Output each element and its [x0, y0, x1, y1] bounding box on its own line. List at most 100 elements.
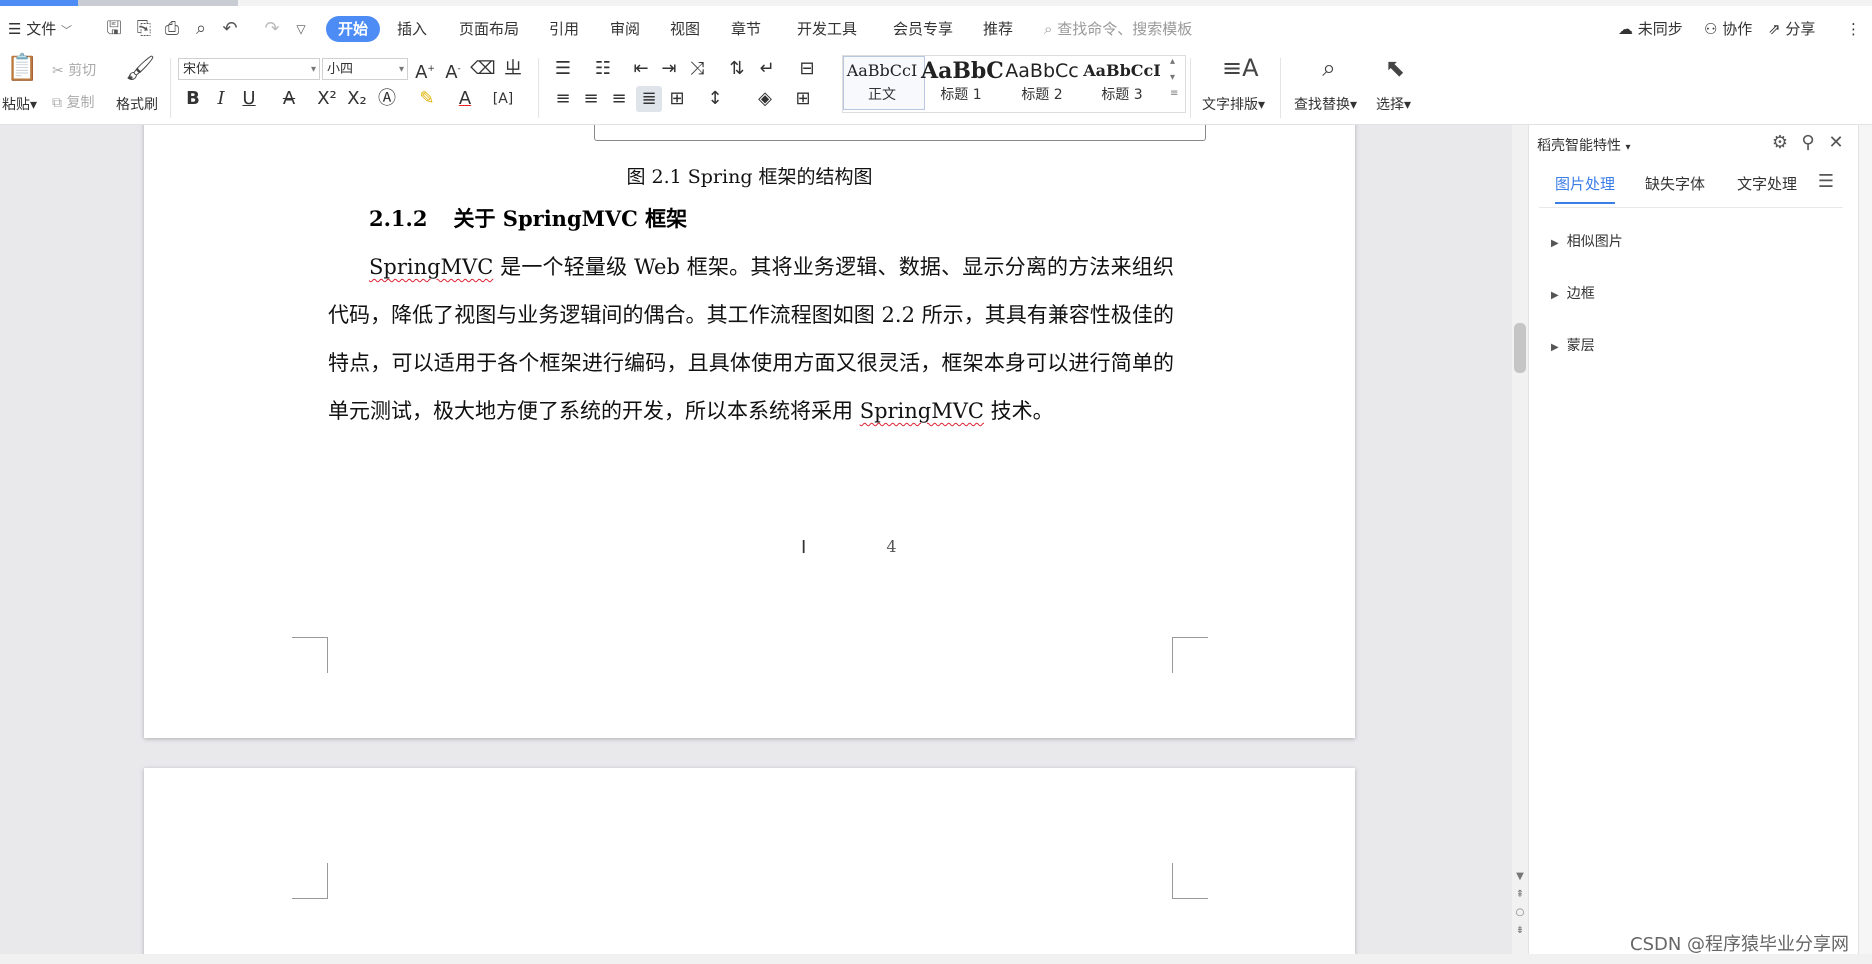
share-button[interactable]: ⇗ 分享 [1768, 16, 1815, 42]
text-layout-button[interactable]: 文字排版▾ [1202, 94, 1265, 114]
chevron-down-icon: ▾ [398, 64, 404, 75]
search-icon: ⌕ [1044, 20, 1053, 38]
font-size-select[interactable]: 小四 ▾ [322, 58, 408, 80]
hamburger-icon: ☰ [8, 20, 22, 38]
panel-tab-text[interactable]: 文字处理 [1737, 173, 1797, 202]
command-search[interactable]: ⌕ 查找命令、搜索模板 [1044, 16, 1192, 42]
panel-tab-divider [1539, 207, 1843, 208]
justify-icon[interactable]: ≣ [636, 86, 662, 112]
prev-page-icon[interactable]: ⇞ [1512, 889, 1528, 900]
panel-tab-image[interactable]: 图片处理 [1555, 173, 1616, 204]
tab-start[interactable]: 开始 [326, 16, 381, 42]
highlight-icon[interactable]: ✎ [414, 86, 440, 112]
scroll-down-icon[interactable]: ▼ [1512, 871, 1528, 882]
align-left-icon[interactable]: ≡ [550, 86, 576, 112]
print-preview-icon[interactable]: ⌕ [189, 17, 213, 41]
tab-review[interactable]: 审阅 [601, 16, 649, 42]
document-page[interactable]: 图 2.1 Spring 框架的结构图 2.1.2 关于 SpringMVC 框架… [144, 125, 1355, 738]
find-replace-button[interactable]: 查找替换▾ [1294, 94, 1357, 114]
strikethrough-icon[interactable]: A [276, 86, 302, 112]
bullet-list-icon[interactable]: ☰ [550, 56, 576, 82]
text-direction-icon[interactable]: ⤨ [684, 56, 710, 82]
paste-button[interactable]: 粘贴▾ [2, 94, 37, 114]
more-icon[interactable]: ⋮ [1846, 16, 1861, 42]
tab-member[interactable]: 会员专享 [884, 16, 962, 42]
clear-format-icon[interactable]: ⌫ [470, 56, 496, 82]
scrollbar-thumb[interactable] [1514, 323, 1526, 373]
text-layout-icon[interactable]: ≡A [1222, 56, 1259, 80]
sync-status[interactable]: ☁ 未同步 [1618, 16, 1683, 42]
shading-icon[interactable]: ◈ [752, 86, 778, 112]
cut-button[interactable]: ✂ 剪切 [52, 60, 96, 80]
tab-insert[interactable]: 插入 [388, 16, 436, 42]
browse-object-icon[interactable]: ○ [1512, 907, 1528, 918]
select-button[interactable]: 选择▾ [1376, 94, 1411, 114]
next-page-icon[interactable]: ⇟ [1512, 925, 1528, 936]
show-marks-icon[interactable]: ↵ [754, 56, 780, 82]
format-painter-button[interactable]: 格式刷 [116, 94, 158, 114]
text-effect-icon[interactable]: Ⓐ [374, 86, 400, 112]
pin-icon[interactable]: ⚲ [1797, 132, 1819, 153]
document-page-next[interactable] [144, 768, 1355, 964]
section-similar-images[interactable]: ▶ 相似图片 [1551, 231, 1623, 251]
tab-stops-icon[interactable]: ⊟ [794, 56, 820, 82]
undo-icon[interactable]: ↶ [218, 17, 242, 41]
section-border[interactable]: ▶ 边框 [1551, 283, 1595, 303]
tab-page-layout[interactable]: 页面布局 [450, 16, 528, 42]
style-heading-2[interactable]: AaBbCc 标题 2 [1002, 56, 1082, 110]
body-paragraph[interactable]: SpringMVC 是一个轻量级 Web 框架。其将业务逻辑、数据、显示分离的方… [328, 243, 1174, 435]
superscript-icon[interactable]: X² [314, 86, 340, 112]
font-name-select[interactable]: 宋体 ▾ [178, 58, 320, 80]
menu-icon[interactable]: ☰ [1815, 171, 1837, 192]
grow-font-icon[interactable]: A+ [412, 56, 438, 83]
print-icon[interactable]: ⎙ [160, 17, 184, 41]
format-painter-icon[interactable]: 🖌 [125, 56, 155, 80]
style-normal[interactable]: AaBbCcI 正文 [842, 56, 922, 110]
underline-icon[interactable]: U [236, 86, 262, 112]
line-spacing-icon[interactable]: ↕ [702, 86, 728, 112]
customize-toolbar-icon[interactable]: ▽ [289, 17, 313, 41]
close-icon[interactable]: ✕ [1825, 132, 1847, 153]
decrease-indent-icon[interactable]: ⇤ [628, 56, 654, 82]
panel-title[interactable]: 稻壳智能特性 ▾ [1537, 135, 1630, 155]
collaborate-button[interactable]: ⚇ 协作 [1704, 16, 1752, 42]
style-heading-1[interactable]: AaBbC 标题 1 [921, 56, 1004, 110]
align-right-icon[interactable]: ≡ [606, 86, 632, 112]
magnifier-icon[interactable]: ⌕ [1314, 56, 1344, 80]
ribbon-separator [1280, 58, 1281, 118]
styles-scroll-controls[interactable]: ▴ ▾ ≡ [1170, 54, 1178, 102]
style-heading-3[interactable]: AaBbCcI 标题 3 [1082, 56, 1162, 110]
pointer-icon[interactable]: ⬉ [1380, 56, 1410, 80]
gear-icon[interactable]: ⚙ [1769, 132, 1791, 153]
numbered-list-icon[interactable]: ☷ [590, 56, 616, 82]
align-center-icon[interactable]: ≡ [578, 86, 604, 112]
clipboard-icon[interactable]: 📋 [6, 55, 38, 81]
export-pdf-icon[interactable]: ⎘ [132, 17, 156, 41]
phonetic-guide-icon[interactable]: ㄓ [500, 56, 526, 82]
chevron-down-icon: ▾ [1625, 142, 1631, 153]
tab-view[interactable]: 视图 [661, 16, 709, 42]
font-color-icon[interactable]: A [452, 86, 478, 112]
tab-developer[interactable]: 开发工具 [788, 16, 866, 42]
distribute-icon[interactable]: ⊞ [664, 86, 690, 112]
vertical-scrollbar[interactable]: ▼ ⇞ ○ ⇟ [1512, 125, 1528, 964]
borders-icon[interactable]: ⊞ [790, 86, 816, 112]
bold-icon[interactable]: B [180, 86, 206, 112]
save-icon[interactable]: 🖫 [102, 17, 126, 41]
tab-chapter[interactable]: 章节 [722, 16, 770, 42]
copy-button[interactable]: ⧉ 复制 [52, 92, 94, 112]
file-menu[interactable]: ☰ 文件 ﹀ [8, 16, 72, 42]
sort-icon[interactable]: ⇅ [724, 56, 750, 82]
italic-icon[interactable]: I [208, 86, 234, 112]
char-border-icon[interactable]: [A] [490, 86, 516, 112]
panel-tab-fonts[interactable]: 缺失字体 [1645, 173, 1705, 202]
shrink-font-icon[interactable]: A- [440, 56, 466, 83]
redo-icon[interactable]: ↷ [260, 17, 284, 41]
subscript-icon[interactable]: X₂ [344, 86, 370, 112]
tab-recommend[interactable]: 推荐 [974, 16, 1022, 42]
document-canvas[interactable]: 图 2.1 Spring 框架的结构图 2.1.2 关于 SpringMVC 框架… [0, 125, 1512, 964]
tab-references[interactable]: 引用 [540, 16, 588, 42]
increase-indent-icon[interactable]: ⇥ [656, 56, 682, 82]
caret-right-icon: ▶ [1551, 342, 1559, 353]
section-mask[interactable]: ▶ 蒙层 [1551, 335, 1595, 355]
